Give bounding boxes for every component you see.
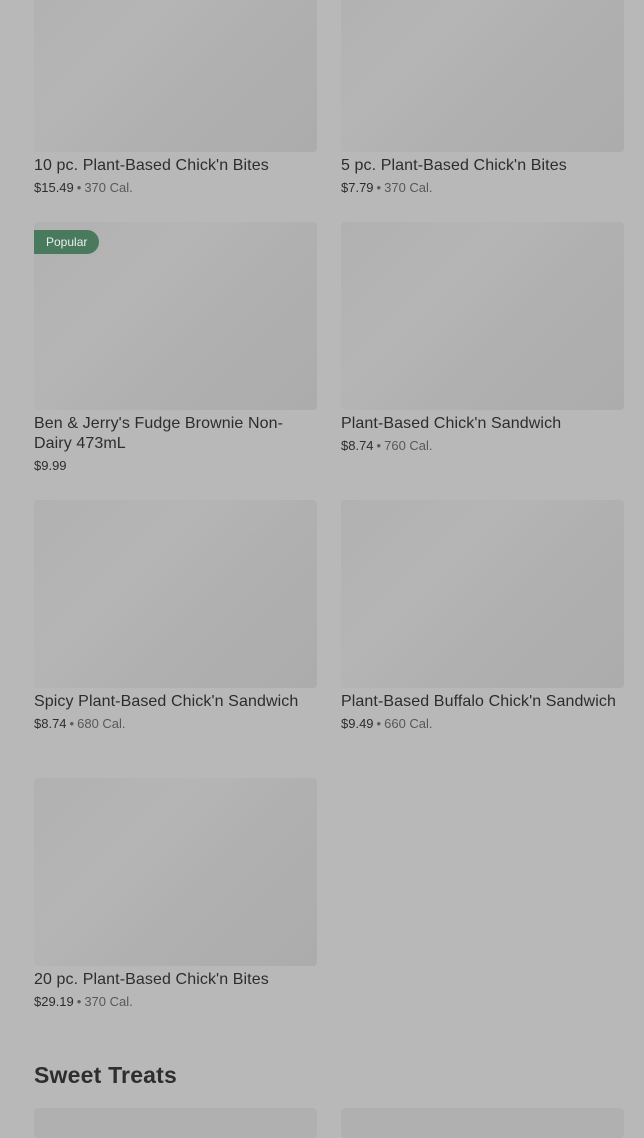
menu-item-price: $8.74 — [341, 438, 374, 453]
menu-item-title: Plant-Based Chick'n Sandwich — [341, 415, 562, 432]
menu-item-price: $8.74 — [34, 716, 67, 731]
menu-item-title: Plant-Based Buffalo Chick'n Sandwich — [341, 693, 616, 710]
menu-item-card[interactable]: Popular Ben & Jerry's Fudge Brownie Non-… — [34, 222, 317, 475]
separator-dot: • — [69, 716, 75, 731]
menu-item-image[interactable] — [34, 0, 317, 152]
menu-item-card[interactable]: Spicy Plant-Based Chick'n Sandwich $8.74… — [34, 500, 317, 733]
menu-item-title: 5 pc. Plant-Based Chick'n Bites — [341, 157, 567, 174]
menu-item-meta: $29.19 • 370 Cal. — [34, 993, 317, 1011]
menu-item-card[interactable]: 10 pc. Plant-Based Chick'n Bites $15.49 •… — [34, 0, 317, 197]
menu-item-calories: 680 Cal. — [77, 716, 126, 731]
popular-badge: Popular — [34, 230, 100, 254]
menu-item-image[interactable] — [34, 778, 317, 966]
menu-item-card[interactable]: 20 pc. Plant-Based Chick'n Bites $29.19 •… — [34, 778, 317, 1011]
menu-item-price: $9.99 — [34, 458, 67, 473]
menu-item-calories: 760 Cal. — [384, 438, 433, 453]
menu-item-price: $29.19 — [34, 994, 74, 1009]
menu-item-meta: $15.49 • 370 Cal. — [34, 179, 317, 197]
separator-dot: • — [376, 716, 382, 731]
menu-item-image[interactable] — [34, 1108, 317, 1138]
menu-item-image[interactable] — [341, 222, 624, 410]
separator-dot: • — [76, 180, 82, 195]
menu-item-card[interactable]: Plant-Based Buffalo Chick'n Sandwich $9.… — [341, 500, 624, 733]
menu-item-calories: 370 Cal. — [84, 994, 133, 1009]
menu-item-meta: $8.74 • 760 Cal. — [341, 437, 624, 455]
menu-item-title: 10 pc. Plant-Based Chick'n Bites — [34, 157, 269, 174]
separator-dot: • — [376, 438, 382, 453]
menu-item-meta: $7.79 • 370 Cal. — [341, 179, 624, 197]
menu-item-meta: $9.99 — [34, 457, 317, 475]
menu-item-meta: $8.74 • 680 Cal. — [34, 715, 317, 733]
section-title-sweet-treats: Sweet Treats — [34, 1062, 178, 1088]
separator-dot: • — [376, 180, 382, 195]
menu-item-image[interactable] — [341, 1108, 624, 1138]
menu-item-title: Spicy Plant-Based Chick'n Sandwich — [34, 693, 299, 710]
menu-item-calories: 370 Cal. — [384, 180, 433, 195]
menu-item-image[interactable] — [34, 500, 317, 688]
separator-dot: • — [76, 994, 82, 1009]
menu-item-image[interactable] — [341, 0, 624, 152]
menu-item-title: 20 pc. Plant-Based Chick'n Bites — [34, 971, 269, 988]
menu-item-meta: $9.49 • 660 Cal. — [341, 715, 624, 733]
menu-item-calories: 660 Cal. — [384, 716, 433, 731]
menu-item-card[interactable]: Plant-Based Chick'n Sandwich $8.74 • 760 C… — [341, 222, 624, 455]
menu-item-title: Ben & Jerry's Fudge Brownie Non-Dairy 47… — [34, 415, 284, 452]
menu-item-image[interactable]: Popular — [34, 222, 317, 410]
menu-item-card[interactable]: 5 pc. Plant-Based Chick'n Bites $7.79 • 37… — [341, 0, 624, 197]
menu-item-price: $15.49 — [34, 180, 74, 195]
menu-item-calories: 370 Cal. — [84, 180, 133, 195]
menu-item-price: $9.49 — [341, 716, 374, 731]
menu-item-price: $7.79 — [341, 180, 374, 195]
menu-item-image[interactable] — [341, 500, 624, 688]
